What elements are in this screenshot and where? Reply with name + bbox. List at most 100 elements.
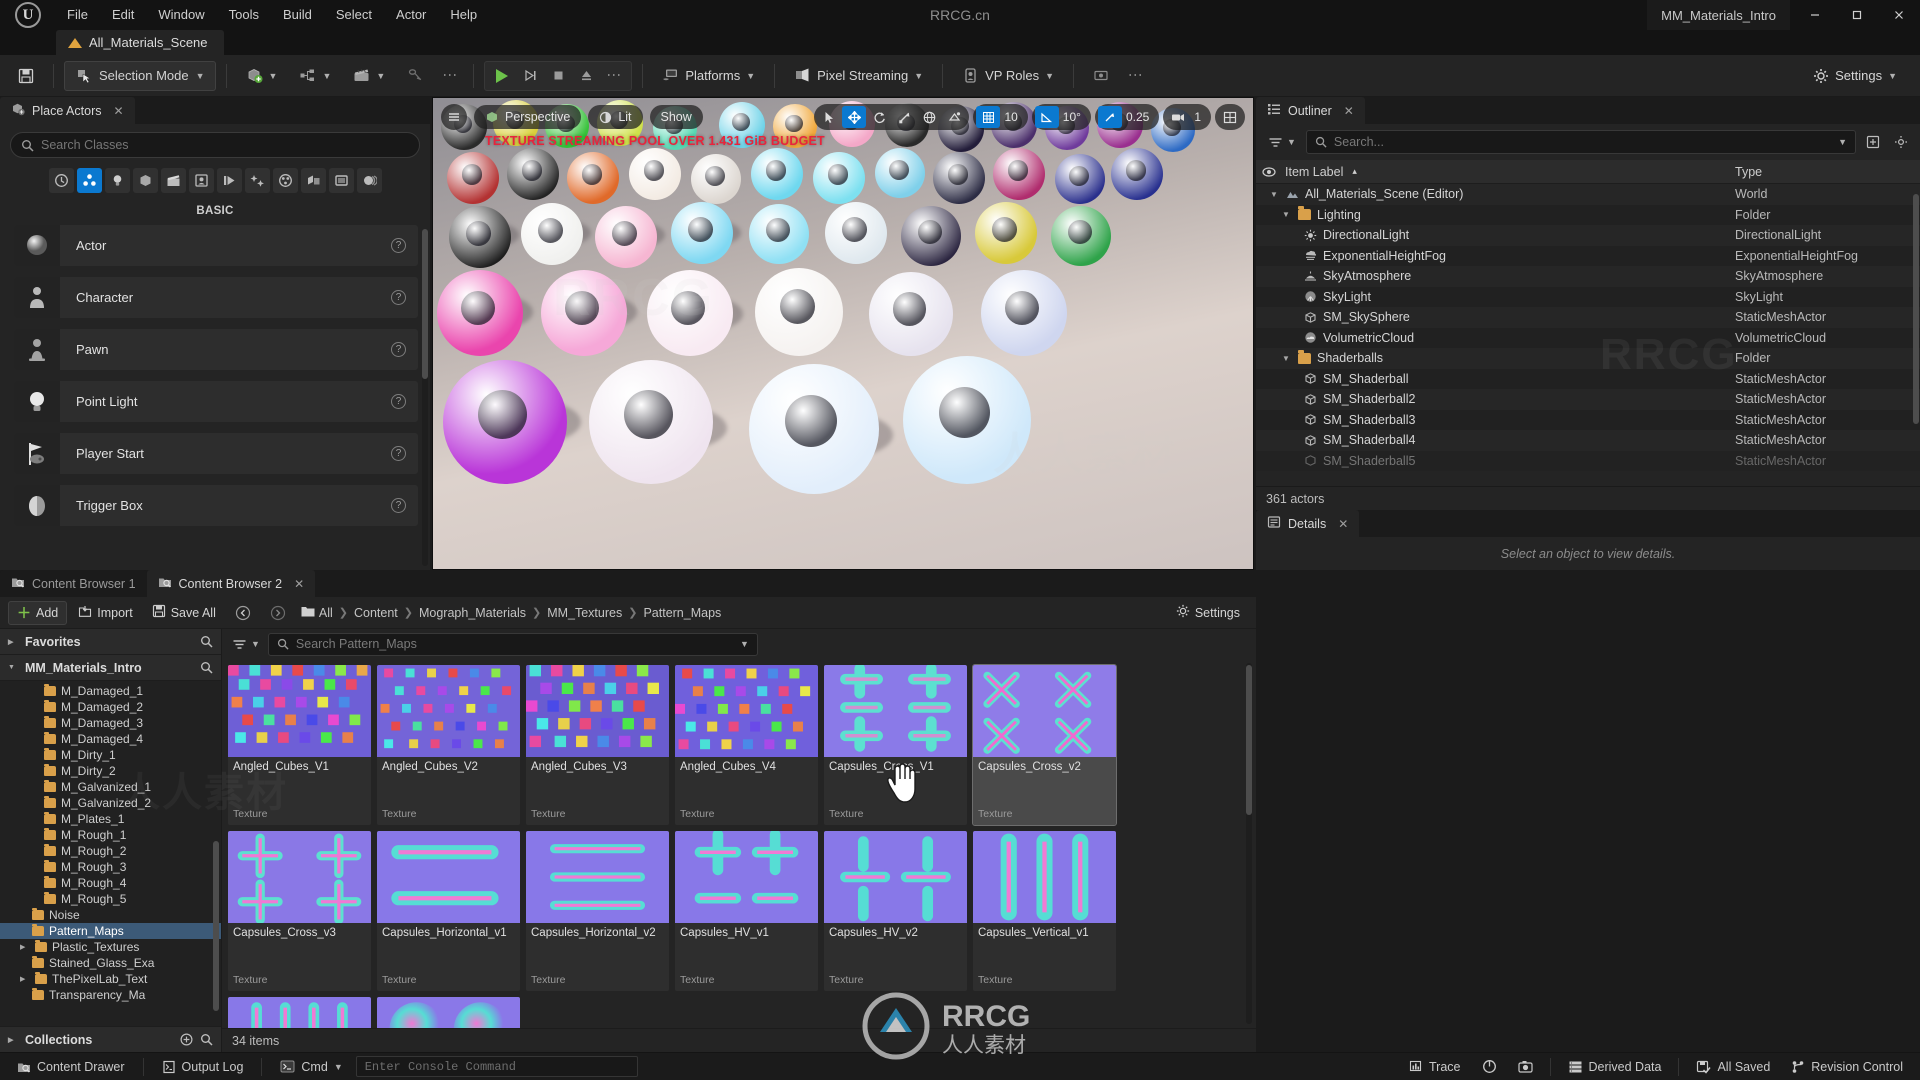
tree-item-pattern-maps[interactable]: Pattern_Maps xyxy=(0,923,221,939)
outliner-header-item-label[interactable]: Item Label ▴ xyxy=(1262,165,1735,179)
asset-tile-11[interactable]: Capsules_HV_v2 Texture xyxy=(824,831,967,991)
asset-tile-14[interactable]: Circles_V1 Texture xyxy=(377,997,520,1028)
category-geometry-icon[interactable] xyxy=(272,168,298,193)
actor-item-player-start[interactable]: Player Start ? xyxy=(14,433,418,474)
outliner-row-shaderballs-folder[interactable]: ▼ Shaderballs Folder xyxy=(1256,348,1920,369)
help-icon-3[interactable]: ? xyxy=(391,342,406,357)
actor-item-character[interactable]: Character ? xyxy=(14,277,418,318)
asset-tile-7[interactable]: Capsules_Cross_v3 Texture xyxy=(228,831,371,991)
category-volumes-icon[interactable] xyxy=(216,168,242,193)
scale-snap-value[interactable]: 0.25 xyxy=(1123,110,1156,124)
content-drawer-button[interactable]: Content Drawer xyxy=(8,1056,134,1078)
show-dropdown[interactable]: Show xyxy=(649,105,703,129)
category-effects-icon[interactable] xyxy=(244,168,270,193)
asset-tile-3[interactable]: Angled_Cubes_V3 Texture xyxy=(526,665,669,825)
search-icon-favorites[interactable] xyxy=(200,635,213,648)
tab-content-browser-2[interactable]: Content Browser 2 ✕ xyxy=(146,570,316,597)
back-button[interactable] xyxy=(227,601,259,625)
tree-item-m-dirty-2[interactable]: M_Dirty_2 xyxy=(0,763,221,779)
help-icon[interactable]: ? xyxy=(391,238,406,253)
category-portrait-icon[interactable] xyxy=(188,168,214,193)
performance-button[interactable] xyxy=(1473,1056,1506,1078)
trace-button[interactable]: Trace xyxy=(1400,1056,1470,1078)
blueprints-button[interactable]: ▼ xyxy=(290,61,340,91)
asset-filter-button[interactable]: ▼ xyxy=(232,638,260,651)
console-command-input[interactable]: Enter Console Command xyxy=(355,1056,638,1077)
tree-item-m-rough-4[interactable]: M_Rough_4 xyxy=(0,875,221,891)
favorites-section[interactable]: ▶ Favorites xyxy=(0,629,221,655)
viewport-layout-icon[interactable] xyxy=(1218,106,1242,128)
pixel-streaming-button[interactable]: Pixel Streaming ▼ xyxy=(785,61,932,91)
outliner-row-world[interactable]: ▼ All_Materials_Scene (Editor) World xyxy=(1256,184,1920,205)
skip-button[interactable] xyxy=(517,63,543,89)
stop-button[interactable] xyxy=(545,63,571,89)
tree-item-m-plates-1[interactable]: M_Plates_1 xyxy=(0,811,221,827)
asset-search-input[interactable]: Search Pattern_Maps ▼ xyxy=(267,632,758,656)
grid-snap-icon[interactable] xyxy=(976,106,1001,128)
asset-tile-8[interactable]: Capsules_Horizontal_v1 Texture xyxy=(377,831,520,991)
all-saved-button[interactable]: All Saved xyxy=(1687,1056,1779,1078)
camera-icon[interactable] xyxy=(1166,106,1190,128)
rotation-snap-icon[interactable] xyxy=(1034,106,1059,128)
search-icon-collections[interactable] xyxy=(200,1033,213,1046)
tab-details[interactable]: Details ✕ xyxy=(1256,510,1360,537)
tree-item-m-galvanized-1[interactable]: M_Galvanized_1 xyxy=(0,779,221,795)
save-button[interactable] xyxy=(8,61,43,91)
menu-actor[interactable]: Actor xyxy=(385,2,437,28)
menu-select[interactable]: Select xyxy=(325,2,383,28)
category-lights-icon[interactable] xyxy=(104,168,130,193)
outliner-row-shaderball-5[interactable]: SM_Shaderball5 StaticMeshActor xyxy=(1256,450,1920,471)
vp-roles-button[interactable]: VP Roles ▼ xyxy=(953,61,1063,91)
menu-window[interactable]: Window xyxy=(147,2,215,28)
close-icon-outliner[interactable]: ✕ xyxy=(1344,104,1354,118)
asset-tile-10[interactable]: Capsules_HV_v1 Texture xyxy=(675,831,818,991)
close-icon-cb2[interactable]: ✕ xyxy=(294,577,304,591)
move-tool-icon[interactable] xyxy=(842,106,867,128)
platforms-button[interactable]: Platforms ▼ xyxy=(653,61,764,91)
perspective-dropdown[interactable]: Perspective xyxy=(474,105,582,129)
chevron-right-icon-fav[interactable]: ▶ xyxy=(8,638,18,646)
tree-item-m-damaged-3[interactable]: M_Damaged_3 xyxy=(0,715,221,731)
camera-speed-value[interactable]: 1 xyxy=(1191,110,1208,124)
tree-item-m-dirty-1[interactable]: M_Dirty_1 xyxy=(0,747,221,763)
collections-section[interactable]: ▶ Collections xyxy=(0,1026,221,1052)
menu-build[interactable]: Build xyxy=(272,2,323,28)
outliner-save-search-button[interactable] xyxy=(1862,131,1884,153)
derived-data-button[interactable]: Derived Data xyxy=(1559,1056,1671,1078)
outliner-settings-button[interactable] xyxy=(1890,131,1912,153)
outliner-row-volumetric-cloud[interactable]: VolumetricCloud VolumetricCloud xyxy=(1256,327,1920,348)
chevron-right-icon-pixellab[interactable]: ▶ xyxy=(20,975,30,983)
add-collection-icon[interactable] xyxy=(180,1033,193,1046)
category-recently-placed-icon[interactable] xyxy=(48,168,74,193)
tree-item-m-rough-5[interactable]: M_Rough_5 xyxy=(0,891,221,907)
tree-item-m-galvanized-2[interactable]: M_Galvanized_2 xyxy=(0,795,221,811)
tab-place-actors[interactable]: Place Actors ✕ xyxy=(0,97,135,124)
level-viewport[interactable]: Perspective Lit Show 10 10° 0.25 1 TEXTU… xyxy=(432,97,1254,570)
chevron-down-icon-search[interactable]: ▼ xyxy=(1838,137,1847,147)
outliner-col-type[interactable]: Type xyxy=(1735,165,1920,179)
category-blueprints-icon[interactable] xyxy=(300,168,326,193)
multi-user-button[interactable] xyxy=(1084,61,1119,91)
outliner-row-sky-atmosphere[interactable]: SkyAtmosphere SkyAtmosphere xyxy=(1256,266,1920,287)
tree-scrollbar-thumb[interactable] xyxy=(213,841,219,1011)
forward-button[interactable] xyxy=(262,601,294,625)
menu-edit[interactable]: Edit xyxy=(101,2,145,28)
menu-file[interactable]: File xyxy=(56,2,99,28)
viewport-menu-icon[interactable] xyxy=(441,104,467,130)
eject-button[interactable] xyxy=(573,63,599,89)
actor-item-point-light[interactable]: Point Light ? xyxy=(14,381,418,422)
level-tab[interactable]: All_Materials_Scene xyxy=(56,30,224,55)
play-options-button[interactable]: ⋮ xyxy=(601,63,627,89)
chevron-down-icon-root[interactable]: ▼ xyxy=(8,664,18,671)
cinematics-button[interactable]: ▼ xyxy=(344,61,394,91)
asset-tile[interactable]: Angled_Cubes_V1 Texture xyxy=(228,665,371,825)
tab-outliner[interactable]: Outliner ✕ xyxy=(1256,97,1365,124)
close-icon[interactable]: ✕ xyxy=(113,104,123,118)
rotation-snap-value[interactable]: 10° xyxy=(1060,110,1088,124)
outliner-filter-button[interactable]: ▼ xyxy=(1264,136,1300,149)
tree-item-m-damaged-1[interactable]: M_Damaged_1 xyxy=(0,683,221,699)
category-panel-icon[interactable] xyxy=(328,168,354,193)
create-actor-button[interactable]: ▼ xyxy=(237,61,287,91)
grid-snap-value[interactable]: 10 xyxy=(1001,110,1024,124)
tree-item-m-damaged-2[interactable]: M_Damaged_2 xyxy=(0,699,221,715)
